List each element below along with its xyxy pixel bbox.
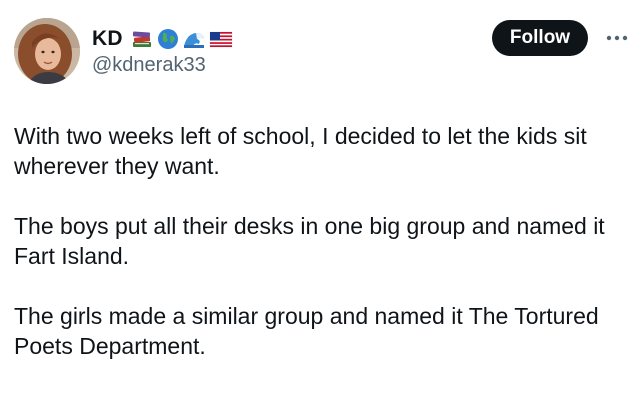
display-name[interactable]: KD [92, 27, 123, 51]
tweet-card: KD @kdnerak33 Follow With two weeks left… [0, 0, 642, 420]
globe-emoji-icon [157, 28, 179, 50]
tweet-paragraph: With two weeks left of school, I decided… [14, 123, 587, 179]
us-flag-emoji-icon [209, 28, 232, 50]
more-options-icon[interactable] [602, 26, 632, 50]
tweet-paragraph: The boys put all their desks in one big … [14, 213, 605, 269]
tweet-paragraph: The girls made a similar group and named… [14, 303, 599, 359]
avatar[interactable] [14, 18, 80, 84]
books-emoji-icon [131, 28, 153, 50]
author-handle[interactable]: @kdnerak33 [92, 54, 206, 77]
wave-emoji-icon [183, 28, 205, 50]
tweet-text: With two weeks left of school, I decided… [14, 121, 636, 391]
follow-button[interactable]: Follow [492, 20, 588, 56]
author-name-row: KD [92, 26, 232, 52]
